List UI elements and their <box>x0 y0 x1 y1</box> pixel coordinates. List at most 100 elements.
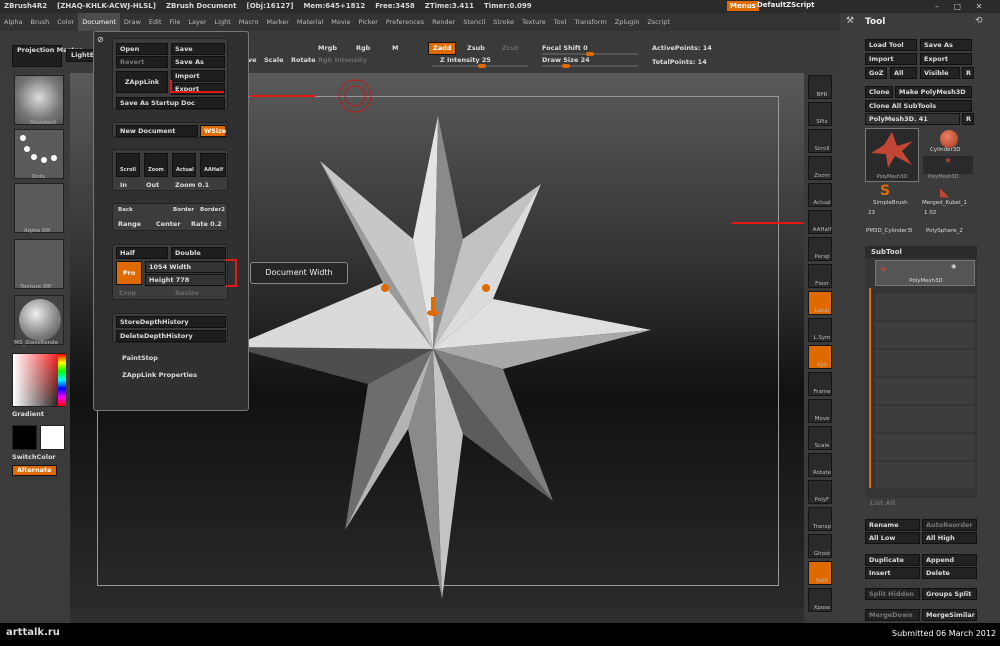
delete-button[interactable]: Delete <box>922 567 977 579</box>
goz-all-button[interactable]: All <box>890 67 917 79</box>
groups-split-button[interactable]: Groups Split <box>922 588 977 600</box>
zoom-button[interactable]: Zoom <box>144 153 168 177</box>
menu-movie[interactable]: Movie <box>327 13 354 31</box>
gradient-label[interactable]: Gradient <box>12 410 44 418</box>
projection-master-button[interactable]: Projection Master <box>12 45 82 67</box>
revert-button[interactable]: Revert <box>116 56 168 68</box>
merged-kubel-icon[interactable]: ◣ <box>940 185 949 199</box>
tool-import-button[interactable]: Import <box>865 53 917 65</box>
rotate-button[interactable]: Rotate <box>291 56 315 64</box>
menu-document[interactable]: Document <box>78 13 120 31</box>
rgb-button[interactable]: Rgb <box>356 44 370 52</box>
alpha-thumbnail[interactable] <box>14 183 64 233</box>
insert-button[interactable]: Insert <box>865 567 920 579</box>
in-button[interactable]: In <box>120 181 127 189</box>
mrgb-button[interactable]: Mrgb <box>318 44 337 52</box>
out-button[interactable]: Out <box>146 181 159 189</box>
height-slider[interactable]: Height 778 <box>145 274 226 286</box>
menu-stencil[interactable]: Stencil <box>459 13 489 31</box>
aahalf-button[interactable]: AAHalf <box>200 153 226 177</box>
main-color-swatch[interactable] <box>12 425 37 450</box>
polymesh-thumb[interactable]: ✶ <box>923 156 973 174</box>
switchcolor-button[interactable]: SwitchColor <box>12 453 56 461</box>
subtool-header[interactable]: SubTool <box>865 246 977 258</box>
tool-label[interactable]: PM3D_Cylinder3l <box>866 228 912 234</box>
z-intensity-slider[interactable]: Z Intensity 25 <box>440 56 491 64</box>
resize-button[interactable]: Resize <box>175 289 199 297</box>
all-high-button[interactable]: All High <box>922 532 977 544</box>
merge-down-button[interactable]: MergeDown <box>865 609 920 621</box>
import-button[interactable]: Import <box>171 70 225 82</box>
menu-layer[interactable]: Layer <box>184 13 210 31</box>
zapplink-button[interactable]: ZAppLink <box>116 71 168 93</box>
tool-label[interactable]: PolyMesh3D <box>928 174 958 180</box>
menu-brush[interactable]: Brush <box>26 13 53 31</box>
texture-thumbnail[interactable] <box>14 239 64 289</box>
menus-button[interactable]: Menus <box>727 1 759 11</box>
menu-tool[interactable]: Tool <box>550 13 571 31</box>
menu-light[interactable]: Light <box>211 13 235 31</box>
menu-zscript[interactable]: Zscript <box>643 13 674 31</box>
menu-transform[interactable]: Transform <box>570 13 610 31</box>
zsub-button[interactable]: Zsub <box>467 44 485 52</box>
tool-label[interactable]: Cylinder3D <box>930 147 961 153</box>
scroll-button[interactable]: Scroll <box>116 153 140 177</box>
menu-zplugin[interactable]: Zplugin <box>611 13 644 31</box>
menu-draw[interactable]: Draw <box>120 13 145 31</box>
zapplink-properties-item[interactable]: ZAppLink Properties <box>122 371 197 379</box>
subtool-item[interactable]: ✶ ◉ PolyMesh3D <box>875 260 975 286</box>
tool-label[interactable]: PolySphere_2 <box>926 228 963 234</box>
visible-button[interactable]: Visible <box>920 67 960 79</box>
brush-thumbnail[interactable] <box>14 75 64 125</box>
z-intensity-track[interactable] <box>432 64 528 68</box>
stroke-thumbnail[interactable] <box>14 129 64 179</box>
scale-button[interactable]: Scale <box>264 56 284 64</box>
export-button[interactable]: Export <box>171 83 225 95</box>
back-swatch[interactable]: Back <box>118 207 133 213</box>
rgb-intensity-slider[interactable]: Rgb Intensity <box>318 56 367 64</box>
clone-all-subtools-button[interactable]: Clone All SubTools <box>865 100 972 112</box>
tool-label[interactable]: Merged_Kubel_1 <box>922 200 967 206</box>
tool-slider[interactable]: PolyMesh3D. 41 <box>865 113 960 125</box>
subtool-scrollbar[interactable] <box>869 288 871 488</box>
width-slider[interactable]: 1054 Width <box>145 261 226 273</box>
draw-size-slider[interactable]: Draw Size 24 <box>542 56 590 64</box>
append-button[interactable]: Append <box>922 554 977 566</box>
duplicate-button[interactable]: Duplicate <box>865 554 920 566</box>
canvas-scrollbar[interactable] <box>70 608 804 623</box>
material-thumbnail[interactable] <box>14 295 64 345</box>
alternate-button[interactable]: Alternate <box>12 465 57 476</box>
menu-texture[interactable]: Texture <box>518 13 550 31</box>
half-button[interactable]: Half <box>116 247 168 259</box>
menu-color[interactable]: Color <box>53 13 78 31</box>
simplebrush-icon[interactable]: S <box>880 183 890 199</box>
open-button[interactable]: Open <box>116 43 168 55</box>
merge-similar-button[interactable]: MergeSimilar <box>922 609 977 621</box>
r-button[interactable]: R <box>962 67 974 79</box>
menu-alpha[interactable]: Alpha <box>0 13 26 31</box>
range-slider[interactable]: Range <box>118 220 141 228</box>
visibility-eye-icon[interactable]: ◉ <box>951 263 956 270</box>
menu-render[interactable]: Render <box>428 13 459 31</box>
list-all-button[interactable]: List All <box>870 499 895 507</box>
rate-slider[interactable]: Rate 0.2 <box>191 220 222 228</box>
paintstop-item[interactable]: PaintStop <box>122 354 158 362</box>
new-document-button[interactable]: New Document <box>116 125 198 137</box>
actual-button[interactable]: Actual <box>172 153 196 177</box>
menu-preferences[interactable]: Preferences <box>382 13 428 31</box>
tool-title[interactable]: Tool <box>865 17 885 27</box>
focal-shift-track[interactable] <box>542 52 638 56</box>
menu-marker[interactable]: Marker <box>262 13 292 31</box>
border-swatch[interactable]: Border <box>173 207 194 213</box>
clone-button[interactable]: Clone <box>865 86 893 98</box>
border2-swatch[interactable]: Border2 <box>200 207 225 213</box>
goz-button[interactable]: GoZ <box>865 67 887 79</box>
menu-macro[interactable]: Macro <box>235 13 263 31</box>
save-as-button[interactable]: Save As <box>171 56 225 68</box>
refresh-icon[interactable]: ⟲ <box>975 16 983 26</box>
focal-shift-slider[interactable]: Focal Shift 0 <box>542 44 588 52</box>
save-button[interactable]: Save <box>171 43 225 55</box>
secondary-color-swatch[interactable] <box>40 425 65 450</box>
pin-icon[interactable]: ⊘ <box>97 35 104 44</box>
zadd-button[interactable]: Zadd <box>428 42 457 55</box>
